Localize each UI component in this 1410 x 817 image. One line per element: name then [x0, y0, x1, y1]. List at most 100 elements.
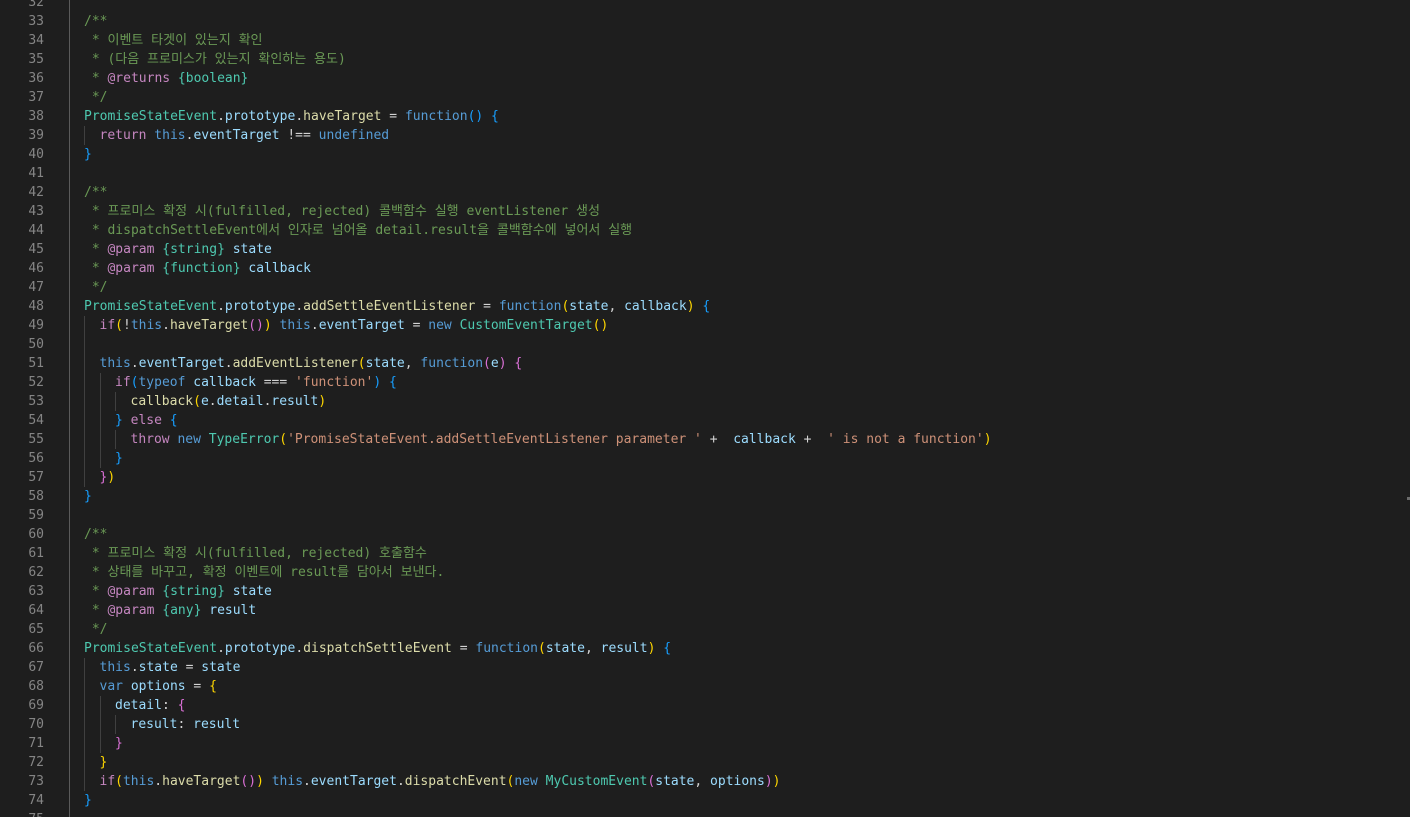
code-token: result: [201, 603, 257, 618]
code-line[interactable]: throw new TypeError('PromiseStateEvent.a…: [70, 430, 1410, 449]
code-line[interactable]: if(this.haveTarget()) this.eventTarget.d…: [70, 772, 1410, 791]
code-line[interactable]: [70, 810, 1410, 817]
code-token: .: [295, 299, 304, 314]
code-token: ): [107, 470, 116, 485]
code-token: * dispatchSettleEvent에서 인자로 넘어올 detail.r…: [84, 223, 633, 238]
code-token: */: [84, 90, 108, 105]
code-line[interactable]: }: [70, 791, 1410, 810]
code-line[interactable]: }: [70, 487, 1410, 506]
code-token: .: [310, 318, 319, 333]
code-line[interactable]: return this.eventTarget !== undefined: [70, 126, 1410, 145]
code-line[interactable]: PromiseStateEvent.prototype.haveTarget =…: [70, 107, 1410, 126]
code-token: .: [295, 109, 304, 124]
code-line[interactable]: * 프로미스 확정 시(fulfilled, rejected) 콜백함수 실행…: [70, 202, 1410, 221]
code-token: !==: [279, 128, 319, 143]
indent-guide: [84, 468, 85, 487]
code-token: {boolean}: [170, 71, 249, 86]
code-token: *: [84, 603, 108, 618]
indent-guide: [99, 449, 101, 468]
code-token: ): [498, 356, 507, 371]
code-line[interactable]: }: [70, 734, 1410, 753]
code-token: =: [475, 299, 499, 314]
code-token: (: [193, 394, 201, 409]
line-number: 61: [28, 546, 44, 561]
code-token: }: [115, 451, 123, 466]
code-line[interactable]: * @param {string} state: [70, 240, 1410, 259]
code-line[interactable]: */: [70, 278, 1410, 297]
line-number: 37: [28, 90, 44, 105]
code-line[interactable]: [70, 0, 1410, 12]
code-area[interactable]: /** * 이벤트 타겟이 있는지 확인 * (다음 프로미스가 있는지 확인하…: [70, 0, 1410, 817]
code-line[interactable]: [70, 335, 1410, 354]
code-line[interactable]: if(typeof callback === 'function') {: [70, 373, 1410, 392]
code-token: new: [177, 432, 201, 447]
code-token: +: [795, 432, 828, 447]
code-line[interactable]: PromiseStateEvent.prototype.addSettleEve…: [70, 297, 1410, 316]
code-line[interactable]: }: [70, 753, 1410, 772]
line-number: 54: [28, 413, 44, 428]
code-line[interactable]: * dispatchSettleEvent에서 인자로 넘어올 detail.r…: [70, 221, 1410, 240]
code-token: =: [451, 641, 476, 656]
code-editor[interactable]: 32 33 34 35 36 37 38 39 40 41 42 43 44 45 46 47 48 49 50 51…: [0, 0, 1410, 817]
code-token: state: [224, 242, 272, 257]
code-line[interactable]: * @param {any} result: [70, 601, 1410, 620]
code-line[interactable]: * (다음 프로미스가 있는지 확인하는 용도): [70, 50, 1410, 69]
code-line[interactable]: if(!this.haveTarget()) this.eventTarget …: [70, 316, 1410, 335]
code-token: =: [177, 660, 202, 675]
code-token: if: [99, 774, 116, 789]
code-line[interactable]: this.state = state: [70, 658, 1410, 677]
code-line[interactable]: this.eventTarget.addEventListener(state,…: [70, 354, 1410, 373]
indent-guide: [84, 677, 85, 696]
line-number: 45: [28, 242, 44, 257]
code-line[interactable]: }: [70, 145, 1410, 164]
code-token: =: [185, 679, 210, 694]
code-line[interactable]: [70, 506, 1410, 525]
code-token: addEventListener: [232, 356, 358, 371]
code-token: :: [177, 717, 194, 732]
code-line[interactable]: */: [70, 620, 1410, 639]
code-line[interactable]: }): [70, 468, 1410, 487]
code-line[interactable]: detail: {: [70, 696, 1410, 715]
code-line[interactable]: * 프로미스 확정 시(fulfilled, rejected) 호출함수: [70, 544, 1410, 563]
code-line[interactable]: * @returns {boolean}: [70, 69, 1410, 88]
indent-guide: [99, 373, 101, 392]
code-token: ===: [255, 375, 296, 390]
code-line[interactable]: var options = {: [70, 677, 1410, 696]
code-line[interactable]: /**: [70, 12, 1410, 31]
code-line[interactable]: * 상태를 바꾸고, 확정 이벤트에 result를 담아서 보낸다.: [70, 563, 1410, 582]
code-token: dispatchEvent: [404, 774, 507, 789]
code-line[interactable]: * @param {string} state: [70, 582, 1410, 601]
code-token: e: [200, 394, 209, 409]
code-token: .: [130, 660, 139, 675]
code-line[interactable]: * 이벤트 타겟이 있는지 확인: [70, 31, 1410, 50]
code-token: * 이벤트 타겟이 있는지 확인: [84, 33, 263, 48]
line-number: 68: [28, 679, 44, 694]
code-token: throw: [130, 432, 170, 447]
code-line[interactable]: result: result: [70, 715, 1410, 734]
code-token: result: [130, 717, 178, 732]
code-token: haveTarget: [169, 318, 249, 333]
code-line[interactable]: callback(e.detail.result): [70, 392, 1410, 411]
code-token: }: [84, 489, 92, 504]
code-token: function: [420, 356, 484, 371]
indent-guide: [84, 753, 85, 772]
code-token: addSettleEventListener: [303, 299, 476, 314]
code-line[interactable]: }: [70, 449, 1410, 468]
code-line[interactable]: * @param {function} callback: [70, 259, 1410, 278]
code-token: @returns: [107, 71, 171, 86]
code-line[interactable]: /**: [70, 525, 1410, 544]
indent-guide: [84, 715, 85, 734]
code-token: @param: [107, 261, 155, 276]
code-line[interactable]: /**: [70, 183, 1410, 202]
code-line[interactable]: PromiseStateEvent.prototype.dispatchSett…: [70, 639, 1410, 658]
code-line[interactable]: */: [70, 88, 1410, 107]
line-number: 73: [28, 774, 44, 789]
code-line[interactable]: [70, 164, 1410, 183]
code-token: PromiseStateEvent: [84, 299, 218, 314]
line-number: 65: [28, 622, 44, 637]
code-token: state: [365, 356, 405, 371]
code-line[interactable]: } else {: [70, 411, 1410, 430]
code-token: options: [710, 774, 765, 789]
